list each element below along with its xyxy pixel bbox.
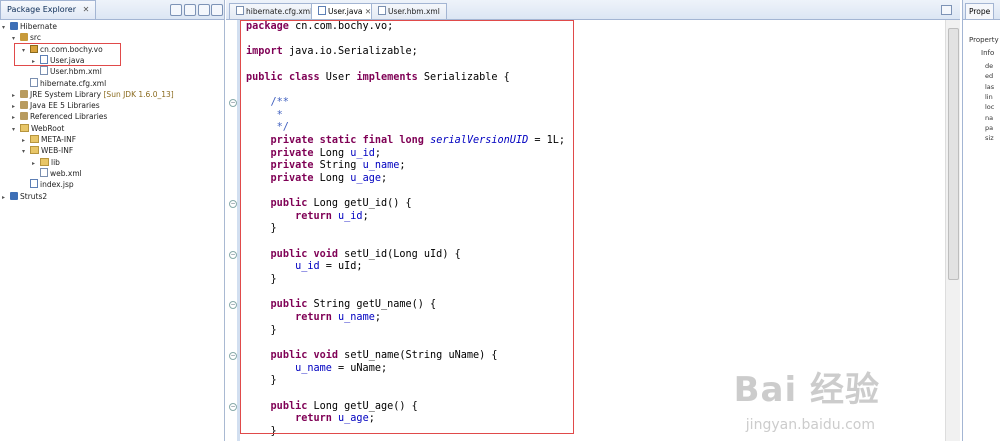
link-editor-icon[interactable]	[184, 4, 196, 16]
xml-file-icon	[236, 6, 244, 15]
tree-item-label: src	[30, 33, 41, 43]
property-row[interactable]: siz	[985, 134, 994, 143]
fold-toggle-icon[interactable]: −	[229, 351, 237, 360]
folder-icon	[20, 123, 29, 132]
tree-item[interactable]: ▸ Java EE 5 Libraries	[12, 100, 100, 111]
tree-item[interactable]: ▾ Hibernate	[2, 21, 57, 32]
tree-item[interactable]: hibernate.cfg.xml	[22, 77, 107, 89]
fold-toggle-icon[interactable]: −	[229, 250, 237, 259]
tree-item-label: META-INF	[41, 135, 77, 144]
java-file-icon	[318, 6, 326, 15]
project-icon	[10, 22, 18, 30]
properties-header: Property	[969, 36, 999, 44]
watermark-url: jingyan.baidu.com	[745, 417, 875, 433]
property-row[interactable]: de	[985, 62, 993, 71]
tree-item[interactable]: web.xml	[32, 167, 82, 179]
tree-item-label: Referenced Libraries	[30, 112, 108, 122]
editor-tab-label: User.hbm.xml	[388, 7, 440, 16]
close-icon[interactable]: ✕	[363, 7, 371, 16]
scrollbar-thumb[interactable]	[948, 28, 959, 280]
properties-panel: Prope Property Info de ed las lin loc na pa siz	[962, 0, 1000, 441]
tree-item-label: hibernate.cfg.xml	[40, 78, 107, 88]
fold-toggle-icon[interactable]: −	[229, 200, 237, 209]
tree-item-label: JRE System Library	[30, 89, 102, 99]
library-icon	[20, 89, 28, 98]
properties-group: Info	[981, 49, 995, 57]
tree-item[interactable]: ▸ JRE System Library [Sun JDK 1.6.0_13]	[12, 89, 174, 100]
watermark-logo: Bai 经验	[733, 370, 880, 410]
tree-item-label: web.xml	[50, 168, 82, 178]
property-row[interactable]: pa	[985, 124, 993, 133]
java-file-icon	[30, 179, 38, 189]
library-icon	[20, 112, 28, 121]
xml-file-icon	[378, 6, 386, 15]
tree-item[interactable]: User.hbm.xml	[32, 66, 102, 77]
tree-item[interactable]: ▸ Struts2	[2, 191, 47, 202]
tree-item-label: WEB-INF	[41, 146, 74, 156]
tree-item-label: User.hbm.xml	[50, 67, 102, 77]
properties-tab[interactable]: Prope	[965, 3, 995, 19]
folder-icon	[30, 135, 39, 143]
package-explorer-tab[interactable]: Package Explorer ✕	[0, 0, 97, 19]
vertical-scrollbar[interactable]	[945, 20, 960, 441]
package-explorer-title: Package Explorer	[7, 5, 77, 14]
editor-tab-label: hibernate.cfg.xml	[246, 7, 313, 16]
tree-item[interactable]: ▸ Referenced Libraries	[12, 111, 107, 122]
xml-file-icon	[30, 77, 38, 87]
property-row[interactable]: ed	[985, 72, 993, 81]
fold-toggle-icon[interactable]: −	[229, 402, 237, 411]
maximize-icon[interactable]	[941, 5, 952, 15]
tree-item[interactable]: ▾ WEB-INF	[22, 145, 73, 156]
expand-toggle-icon[interactable]: ▾	[12, 124, 20, 135]
tree-item[interactable]: ▾ src	[12, 32, 41, 43]
tree-item-label: Java EE 5 Libraries	[30, 101, 100, 111]
fold-toggle-icon[interactable]: −	[229, 98, 237, 107]
package-explorer-panel: Package Explorer ✕ ▾ Hibernate ▾ src ▾ cn.com…	[0, 0, 225, 441]
editor-tab-label: User.java	[328, 7, 363, 16]
collapse-all-icon[interactable]	[170, 4, 182, 16]
property-row[interactable]: loc	[985, 103, 994, 112]
expand-toggle-icon[interactable]: ▾	[2, 22, 10, 33]
editor-tab[interactable]: User.java ✕	[311, 3, 379, 19]
editor-panel: hibernate.cfg.xml User.java ✕ User.hbm.xml…	[226, 0, 960, 441]
close-icon[interactable]: ✕	[83, 5, 90, 14]
project-icon	[10, 191, 18, 200]
tree-item[interactable]: ▸ META-INF	[22, 134, 76, 145]
properties-title: Prope	[969, 7, 991, 16]
property-row[interactable]: na	[985, 114, 993, 123]
highlight-box-package	[14, 43, 121, 66]
tree-item-label: Hibernate	[20, 22, 57, 31]
folder-icon	[40, 157, 49, 166]
editor-tab[interactable]: hibernate.cfg.xml	[229, 3, 320, 19]
folder-icon	[30, 146, 39, 155]
editor-tab[interactable]: User.hbm.xml	[371, 3, 447, 19]
expand-toggle-icon[interactable]: ▸	[2, 192, 10, 203]
library-icon	[20, 101, 28, 110]
highlight-box-code	[240, 20, 574, 434]
tree-item[interactable]: index.jsp	[22, 179, 74, 190]
view-menu-icon[interactable]	[198, 4, 210, 16]
xml-file-icon	[40, 167, 48, 177]
source-folder-icon	[20, 33, 28, 42]
expand-toggle-icon[interactable]: ▾	[22, 146, 30, 157]
property-row[interactable]: las	[985, 83, 994, 92]
xml-file-icon	[40, 66, 48, 76]
tree-item-label: WebRoot	[31, 123, 65, 133]
tree-item-label: index.jsp	[40, 180, 74, 190]
tree-item-label: lib	[51, 157, 60, 167]
minimize-icon[interactable]	[211, 4, 223, 16]
tree-item[interactable]: ▸ lib	[32, 157, 60, 168]
tree-item-label: Struts2	[20, 191, 48, 201]
property-row[interactable]: lin	[985, 93, 993, 102]
tree-item[interactable]: ▾ WebRoot	[12, 123, 64, 134]
fold-toggle-icon[interactable]: −	[229, 301, 237, 310]
tree-item-decoration: [Sun JDK 1.6.0_13]	[101, 89, 174, 99]
